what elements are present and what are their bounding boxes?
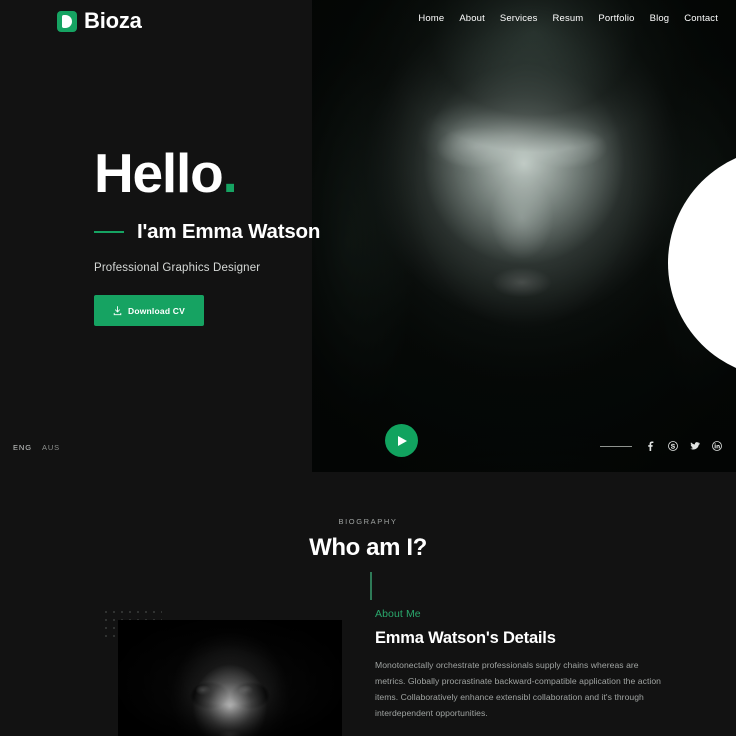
brand-name: Bioza	[84, 8, 142, 33]
nav-item-resum[interactable]: Resum	[553, 13, 584, 24]
linkedin-icon[interactable]	[712, 441, 722, 451]
nav-item-contact[interactable]: Contact	[684, 13, 718, 24]
brand-logo[interactable]: Bioza	[57, 8, 142, 34]
social-divider-line	[600, 445, 632, 447]
about-kicker: About Me	[375, 608, 421, 620]
play-icon	[398, 435, 407, 446]
about-title: Emma Watson's Details	[375, 629, 556, 647]
hero-name-dash	[94, 231, 124, 233]
hero-greeting-dot: .	[222, 142, 237, 204]
facebook-icon[interactable]	[646, 441, 656, 451]
biography-kicker: BIOGRAPHY	[338, 517, 398, 526]
download-cv-button[interactable]: Download CV	[94, 295, 204, 326]
skype-icon[interactable]	[668, 441, 678, 451]
about-description: Monotonectally orchestrate professionals…	[375, 660, 661, 718]
about-me-block: About Me Emma Watson's Details Monotonec…	[375, 608, 667, 722]
nav-item-about[interactable]: About	[459, 13, 485, 24]
hero-name: I'am Emma Watson	[137, 220, 321, 243]
logo-mark-icon	[57, 10, 77, 32]
play-video-button[interactable]	[385, 424, 418, 457]
biography-divider-line	[370, 572, 372, 600]
about-portrait-image	[118, 620, 342, 736]
about-portrait-vignette	[118, 620, 342, 736]
language-switcher: ENG AUS	[13, 443, 60, 452]
twitter-icon[interactable]	[690, 441, 700, 451]
nav-item-home[interactable]: Home	[418, 13, 444, 24]
hero-section: Bioza Home About Services Resum Portfoli…	[0, 0, 736, 472]
hero-greeting-text: Hello	[94, 142, 224, 204]
hero-copy: Hello. I'am Emma Watson Professional Gra…	[94, 146, 320, 326]
language-option-eng[interactable]: ENG	[13, 443, 32, 452]
download-icon	[113, 305, 122, 315]
nav-item-portfolio[interactable]: Portfolio	[598, 13, 634, 24]
language-option-aus[interactable]: AUS	[42, 443, 60, 452]
social-links	[600, 441, 722, 451]
main-navigation: Home About Services Resum Portfolio Blog…	[418, 13, 718, 24]
nav-item-blog[interactable]: Blog	[650, 13, 670, 24]
hero-greeting: Hello.	[94, 146, 320, 201]
download-cv-label: Download CV	[128, 305, 185, 316]
nav-item-services[interactable]: Services	[500, 13, 538, 24]
hero-role: Professional Graphics Designer	[94, 262, 261, 274]
site-header: Bioza Home About Services Resum Portfoli…	[0, 0, 736, 42]
hero-name-row: I'am Emma Watson	[94, 220, 320, 244]
biography-title: Who am I?	[309, 534, 427, 561]
landing-page: Bioza Home About Services Resum Portfoli…	[0, 0, 736, 736]
